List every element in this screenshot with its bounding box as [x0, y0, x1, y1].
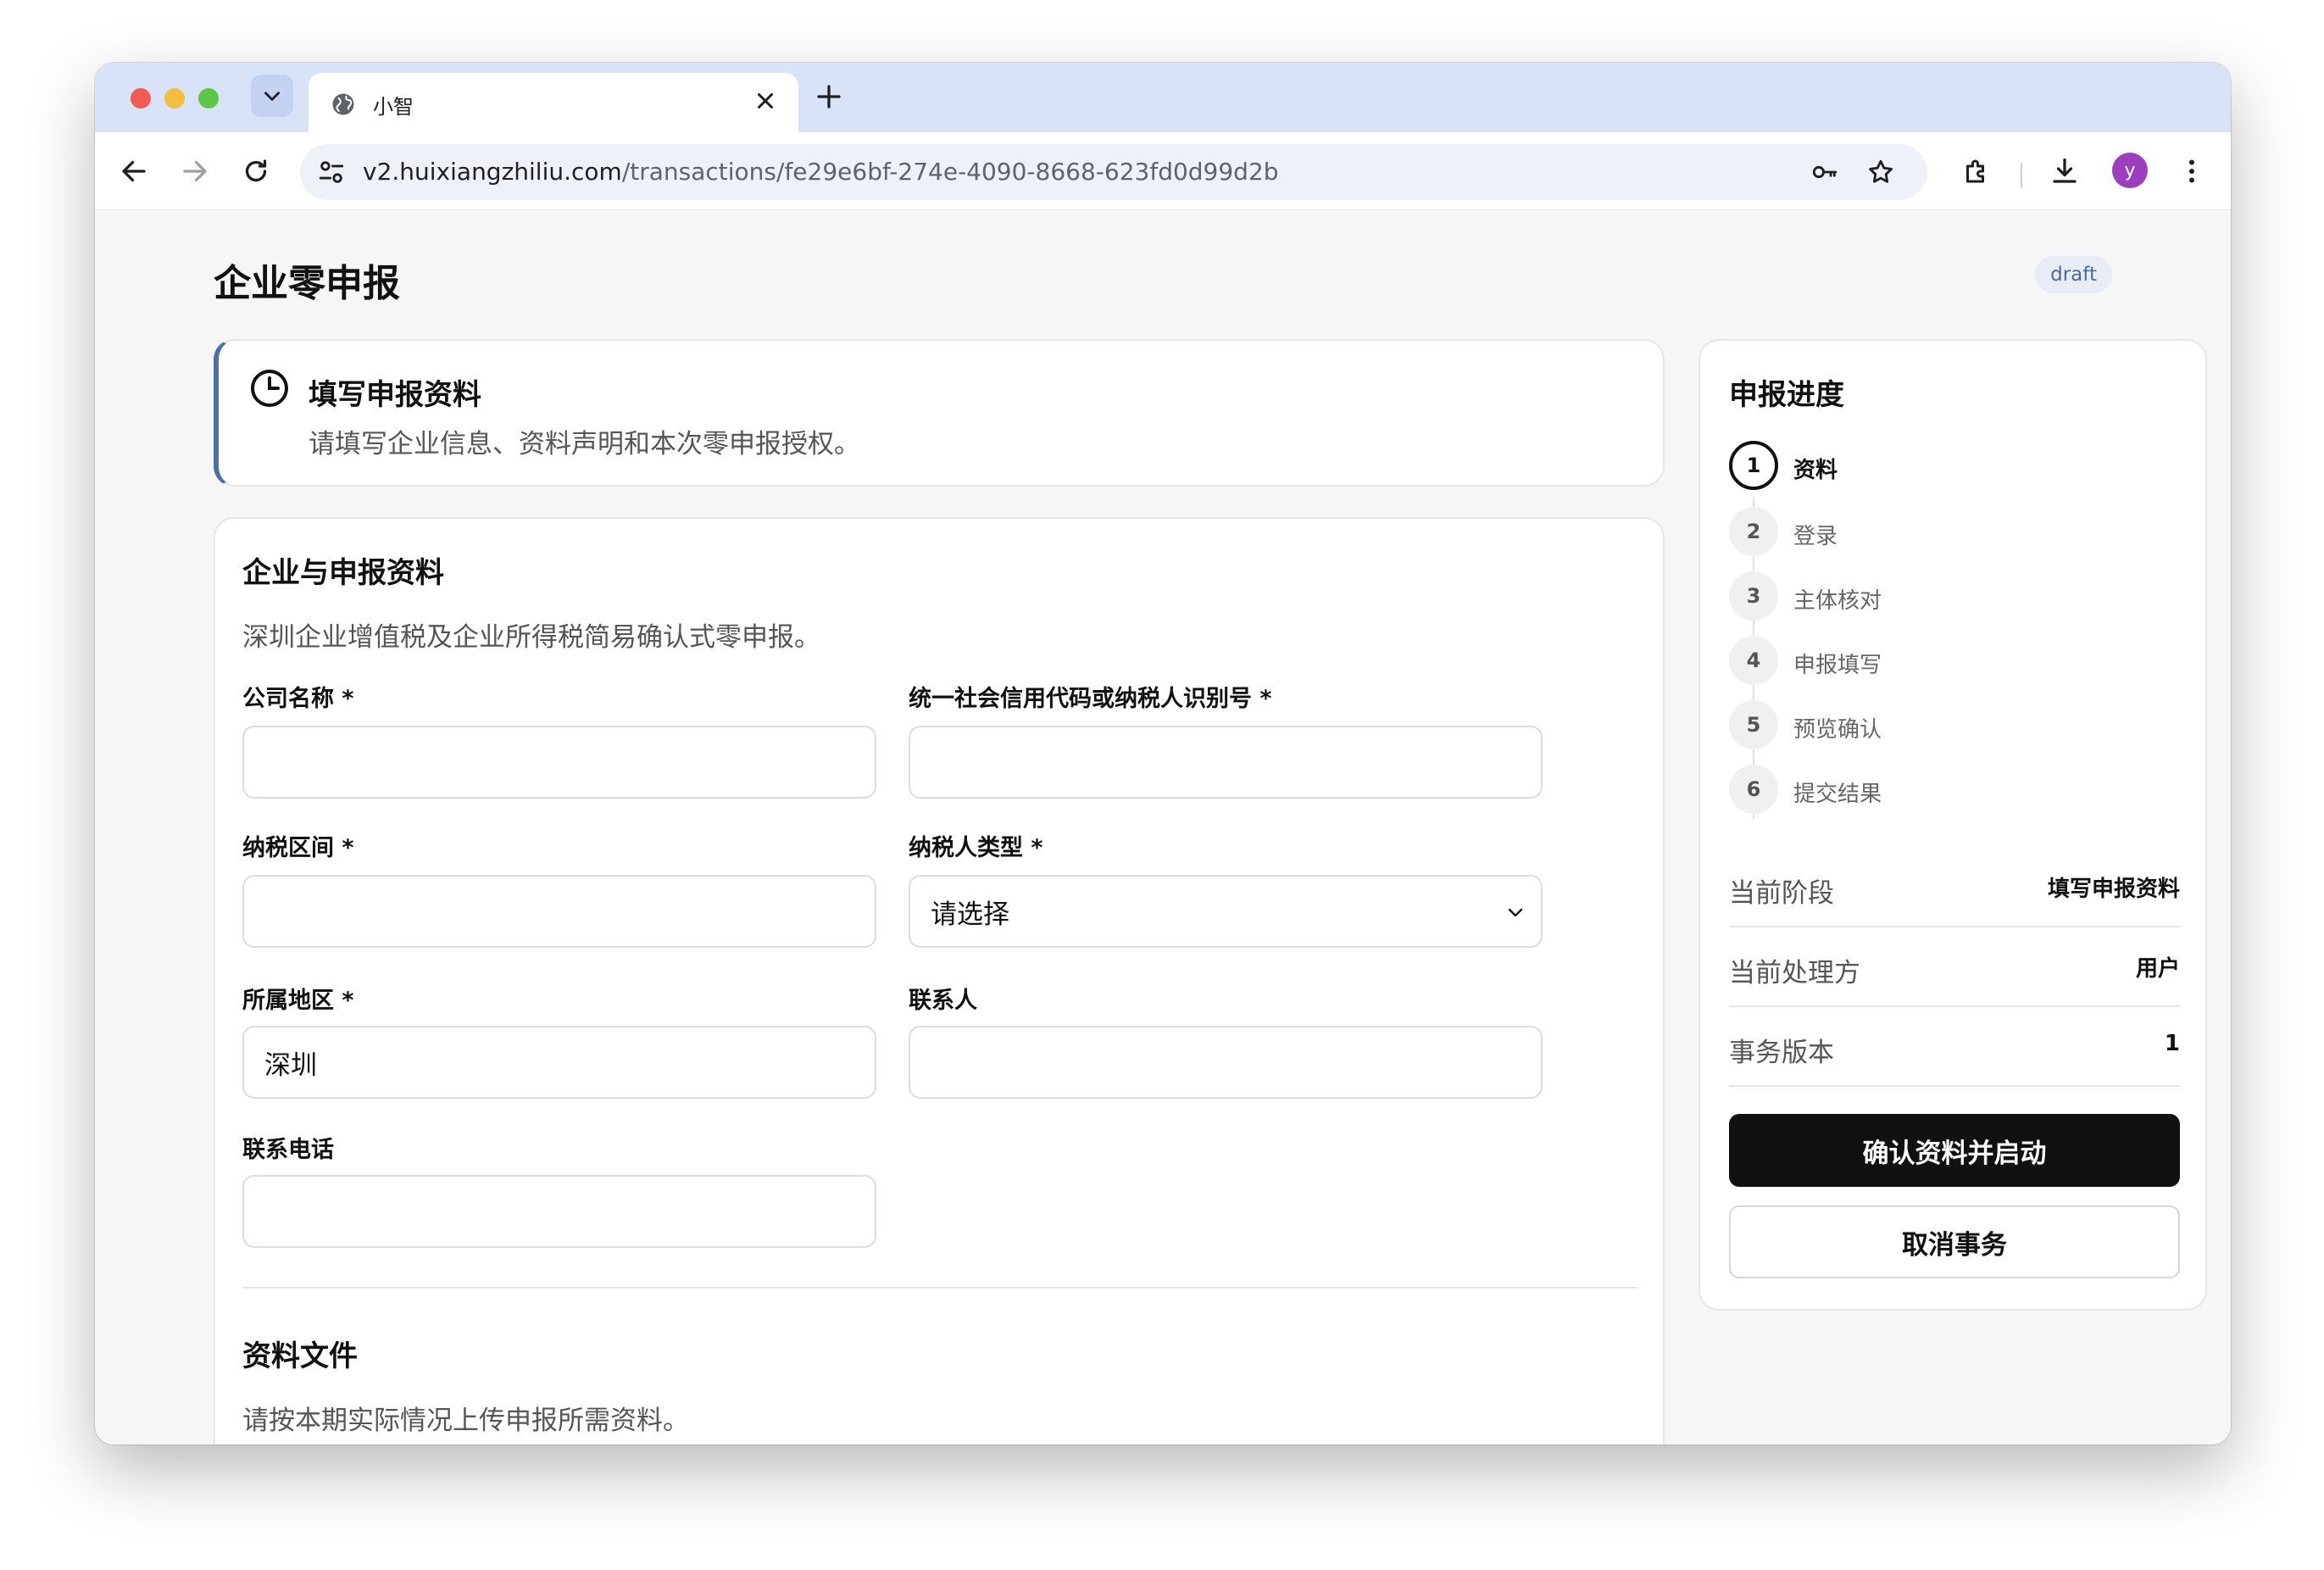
taxpayer-type-select[interactable]: 请选择	[909, 875, 1543, 948]
step-item: 5 预览确认	[1729, 700, 2170, 751]
minimize-window-button[interactable]	[164, 88, 185, 109]
region-label: 所属地区 *	[242, 988, 354, 1014]
taxpayer-type-label: 纳税人类型 *	[909, 835, 1043, 861]
url-path: /transactions/fe29e6bf-274e-4090-8668-62…	[621, 158, 1279, 186]
download-icon[interactable]	[2049, 156, 2080, 187]
page-content: 企业零申报 draft 填写申报资料 请填写企业信息、资料声明和本次零申报授权。…	[95, 210, 2231, 1445]
maximize-window-button[interactable]	[198, 88, 219, 109]
info-key: 事务版本	[1729, 1038, 1834, 1068]
step-number: 1	[1729, 441, 1778, 490]
cancel-transaction-button[interactable]: 取消事务	[1729, 1205, 2180, 1278]
browser-tab[interactable]: 小智	[309, 73, 798, 132]
info-value: 用户	[2135, 956, 2180, 982]
step-label: 主体核对	[1793, 588, 1882, 614]
step-label: 登录	[1793, 524, 1838, 549]
tab-search-button[interactable]	[251, 75, 293, 117]
address-bar[interactable]: v2.huixiangzhiliu.com/transactions/fe29e…	[300, 144, 1927, 200]
browser-toolbar: v2.huixiangzhiliu.com/transactions/fe29e…	[95, 132, 2231, 210]
region-input[interactable]: 深圳	[242, 1026, 876, 1099]
step-number: 2	[1729, 507, 1778, 556]
step-number: 6	[1729, 765, 1778, 814]
status-badge: draft	[2035, 256, 2112, 293]
page-title: 企业零申报	[214, 262, 400, 305]
tax-period-label: 纳税区间 *	[242, 835, 354, 861]
step-item: 3 主体核对	[1729, 571, 2170, 622]
profile-avatar[interactable]: y	[2112, 153, 2148, 188]
progress-card: 申报进度 1 资料 2 登录 3 主体核对 4 申报填写 5 预览确认 6 提交…	[1699, 339, 2207, 1311]
contact-person-label: 联系人	[909, 988, 977, 1014]
chevron-down-icon	[264, 92, 280, 101]
close-icon[interactable]	[753, 88, 778, 114]
company-name-label: 公司名称 *	[242, 686, 354, 712]
star-icon[interactable]	[1866, 158, 1895, 187]
contact-person-input[interactable]	[909, 1026, 1543, 1099]
status-title: 填写申报资料	[309, 378, 481, 412]
section-divider	[242, 1287, 1637, 1289]
password-key-icon[interactable]	[1810, 158, 1839, 187]
step-label: 申报填写	[1793, 653, 1882, 678]
step-item: 4 申报填写	[1729, 636, 2170, 687]
url-host: v2.huixiangzhiliu.com	[363, 158, 622, 186]
toolbar-divider	[2021, 163, 2022, 188]
taxpayer-type-value: 请选择	[931, 899, 1009, 930]
tab-title: 小智	[373, 95, 414, 119]
browser-window: 小智 v2.huixiangzhiliu.com/transactions/fe…	[95, 63, 2231, 1445]
clock-icon	[251, 370, 288, 407]
section-description: 深圳企业增值税及企业所得税简易确认式零申报。	[242, 622, 820, 653]
contact-phone-label: 联系电话	[242, 1137, 334, 1163]
step-label: 预览确认	[1793, 717, 1882, 743]
extensions-icon[interactable]	[1961, 156, 1992, 187]
status-description: 请填写企业信息、资料声明和本次零申报授权。	[309, 429, 860, 459]
close-window-button[interactable]	[131, 88, 151, 109]
step-label: 提交结果	[1793, 782, 1882, 807]
company-name-input[interactable]	[242, 726, 876, 799]
forward-arrow-icon[interactable]	[180, 156, 210, 187]
plus-icon[interactable]	[814, 81, 844, 112]
step-number: 5	[1729, 700, 1778, 749]
step-number: 4	[1729, 636, 1778, 685]
site-settings-icon[interactable]	[317, 158, 346, 187]
files-section-title: 资料文件	[242, 1339, 358, 1373]
info-row-version: 事务版本 1	[1729, 1007, 2180, 1087]
section-title: 企业与申报资料	[242, 556, 444, 590]
info-key: 当前阶段	[1729, 878, 1834, 909]
tax-period-input[interactable]	[242, 875, 876, 948]
reload-icon[interactable]	[241, 156, 271, 187]
url-text[interactable]: v2.huixiangzhiliu.com/transactions/fe29e…	[363, 158, 1279, 186]
tab-strip: 小智	[95, 63, 2231, 132]
more-vertical-icon[interactable]	[2177, 156, 2207, 187]
progress-title: 申报进度	[1729, 378, 1844, 412]
credit-code-label: 统一社会信用代码或纳税人识别号 *	[909, 686, 1272, 712]
status-card: 填写申报资料 请填写企业信息、资料声明和本次零申报授权。	[214, 339, 1665, 487]
files-section-description: 请按本期实际情况上传申报所需资料。	[242, 1406, 689, 1436]
credit-code-input[interactable]	[909, 726, 1543, 799]
info-value: 1	[2164, 1031, 2180, 1056]
step-label: 资料	[1793, 458, 1838, 483]
info-value: 填写申报资料	[2047, 877, 2180, 902]
step-item: 2 登录	[1729, 507, 2170, 558]
confirm-start-button[interactable]: 确认资料并启动	[1729, 1114, 2180, 1187]
step-number: 3	[1729, 571, 1778, 621]
chevron-down-icon	[1508, 908, 1523, 917]
globe-icon	[332, 93, 354, 115]
step-item: 1 资料	[1729, 441, 2170, 492]
info-row-handler: 当前处理方 用户	[1729, 927, 2180, 1007]
form-card: 企业与申报资料 深圳企业增值税及企业所得税简易确认式零申报。 公司名称 * 统一…	[214, 517, 1665, 1445]
contact-phone-input[interactable]	[242, 1175, 876, 1248]
info-row-stage: 当前阶段 填写申报资料	[1729, 848, 2180, 927]
step-item: 6 提交结果	[1729, 765, 2170, 816]
back-arrow-icon[interactable]	[119, 156, 149, 187]
info-key: 当前处理方	[1729, 958, 1860, 988]
